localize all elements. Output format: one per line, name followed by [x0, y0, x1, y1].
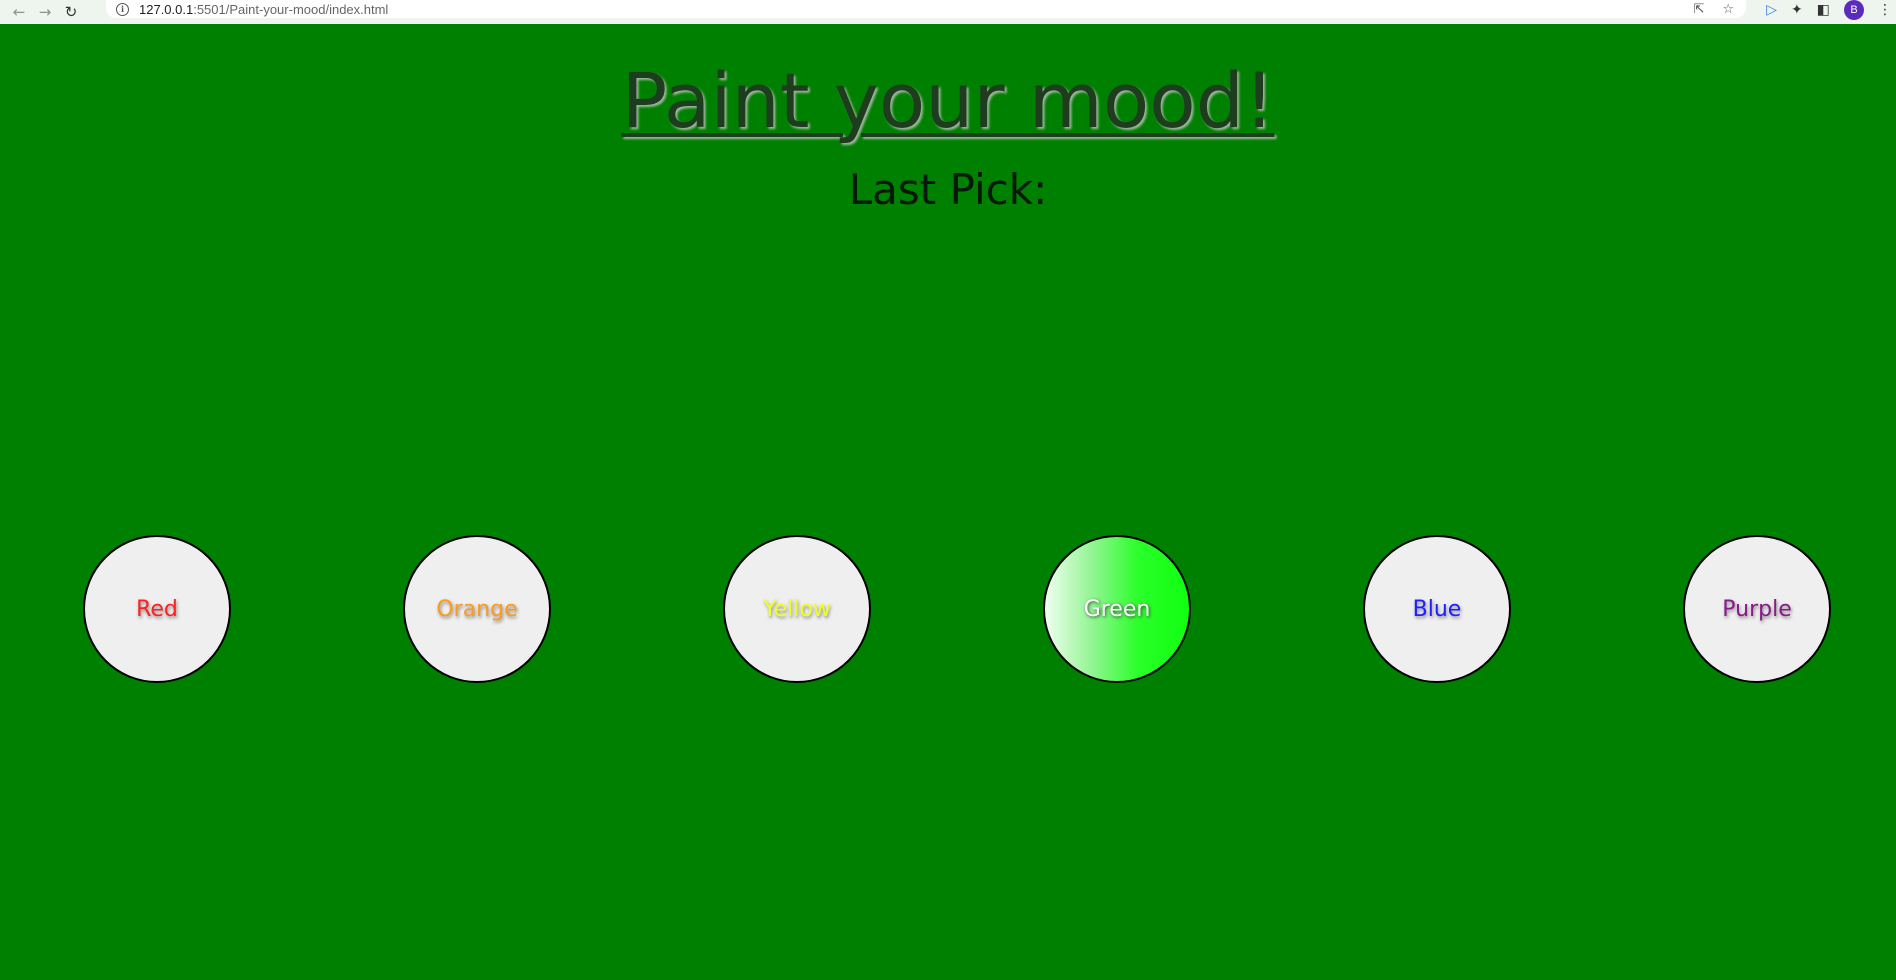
back-arrow-icon[interactable]: ← — [6, 0, 32, 24]
browser-toolbar: ← → ↻ i 127.0.0.1:5501/Paint-your-mood/i… — [0, 0, 1896, 24]
reload-icon[interactable]: ↻ — [58, 0, 84, 24]
forward-arrow-icon[interactable]: → — [32, 0, 58, 24]
url-text: 127.0.0.1:5501/Paint-your-mood/index.htm… — [139, 1, 389, 17]
share-icon[interactable]: ⇱ — [1693, 2, 1704, 17]
color-button-green[interactable]: Green — [1043, 535, 1191, 683]
site-info-icon[interactable]: i — [116, 2, 129, 16]
bookmark-star-icon[interactable]: ☆ — [1722, 2, 1734, 17]
color-button-red[interactable]: Red — [83, 535, 231, 683]
color-button-orange[interactable]: Orange — [403, 535, 551, 683]
menu-icon[interactable]: ⋮ — [1878, 2, 1892, 18]
side-panel-icon[interactable]: ◧ — [1817, 2, 1830, 18]
extensions-puzzle-icon[interactable]: ✦ — [1791, 2, 1803, 18]
page-title: Paint your mood! — [621, 56, 1275, 145]
last-pick-label: Last Pick: — [848, 165, 1048, 214]
address-bar[interactable]: i 127.0.0.1:5501/Paint-your-mood/index.h… — [106, 0, 1746, 18]
extension-icon[interactable]: ▷ — [1766, 2, 1777, 18]
color-button-blue[interactable]: Blue — [1363, 535, 1511, 683]
color-button-yellow[interactable]: Yellow — [723, 535, 871, 683]
color-button-purple[interactable]: Purple — [1683, 535, 1831, 683]
profile-avatar[interactable]: B — [1844, 0, 1864, 20]
